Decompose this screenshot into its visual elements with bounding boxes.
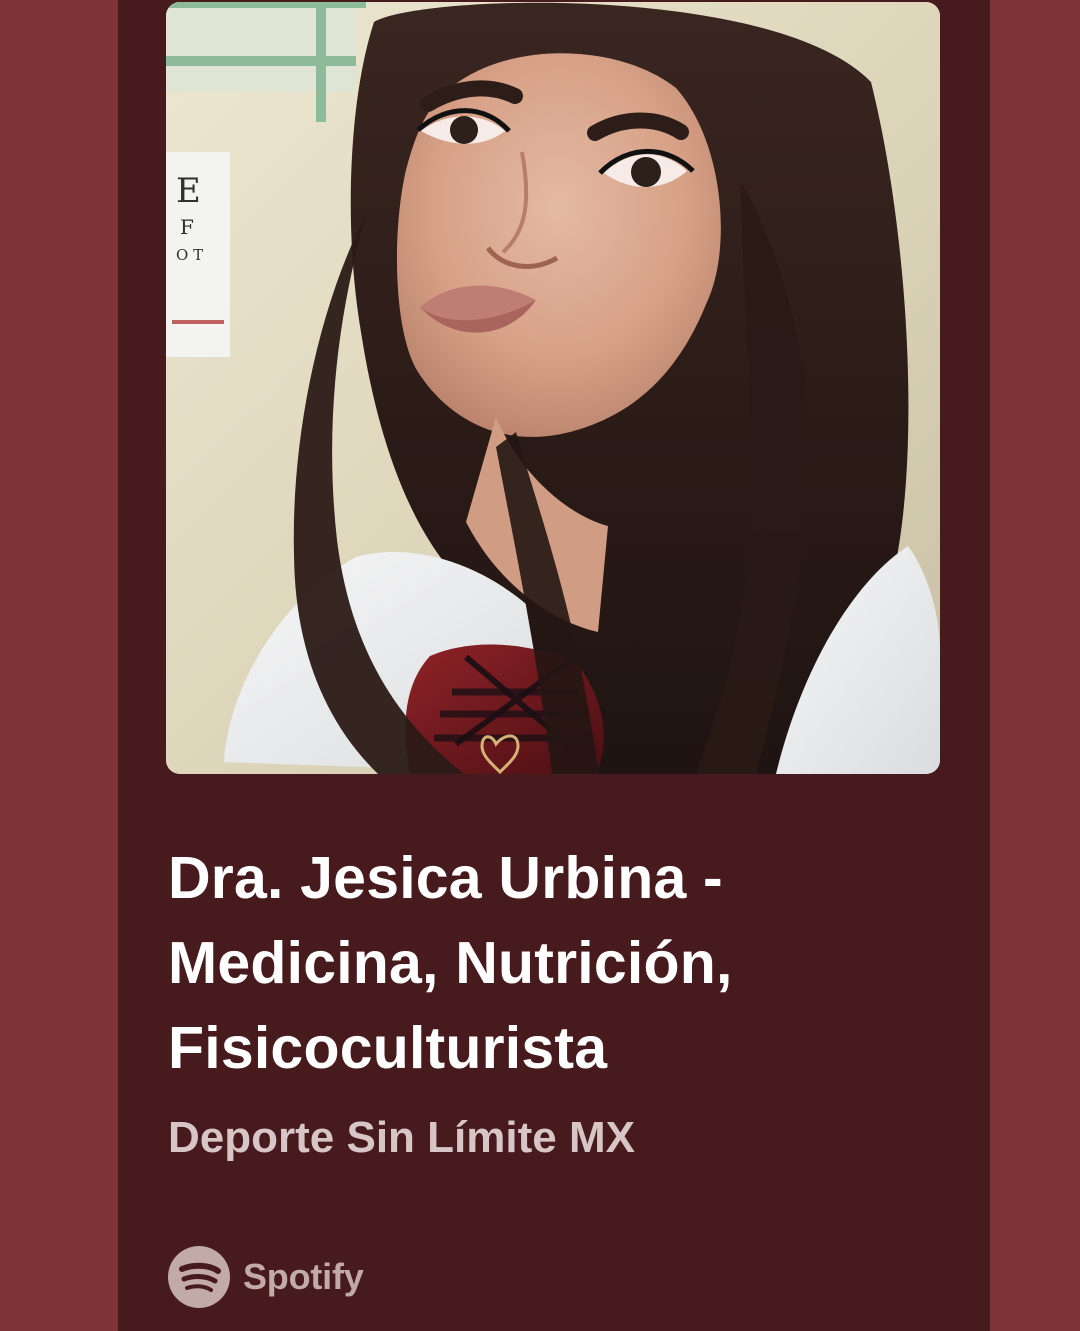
cover-photo: E F O T	[166, 2, 940, 774]
spotify-share-card[interactable]: E F O T Dra. Jesica Urbina - Medicina, N…	[118, 0, 990, 1331]
svg-text:F: F	[180, 215, 194, 239]
svg-text:O T: O T	[176, 246, 203, 264]
spotify-wordmark: Spotify	[243, 1256, 364, 1297]
spotify-icon	[168, 1246, 230, 1308]
episode-title: Dra. Jesica Urbina - Medicina, Nutrición…	[168, 845, 733, 1081]
show-name[interactable]: Deporte Sin Límite MX	[168, 1108, 635, 1168]
svg-text:E: E	[176, 171, 201, 211]
right-background	[990, 0, 1080, 1331]
cover-image[interactable]: E F O T	[166, 2, 940, 774]
spotify-branding[interactable]: Spotify	[167, 1245, 364, 1309]
left-background	[0, 0, 118, 1331]
